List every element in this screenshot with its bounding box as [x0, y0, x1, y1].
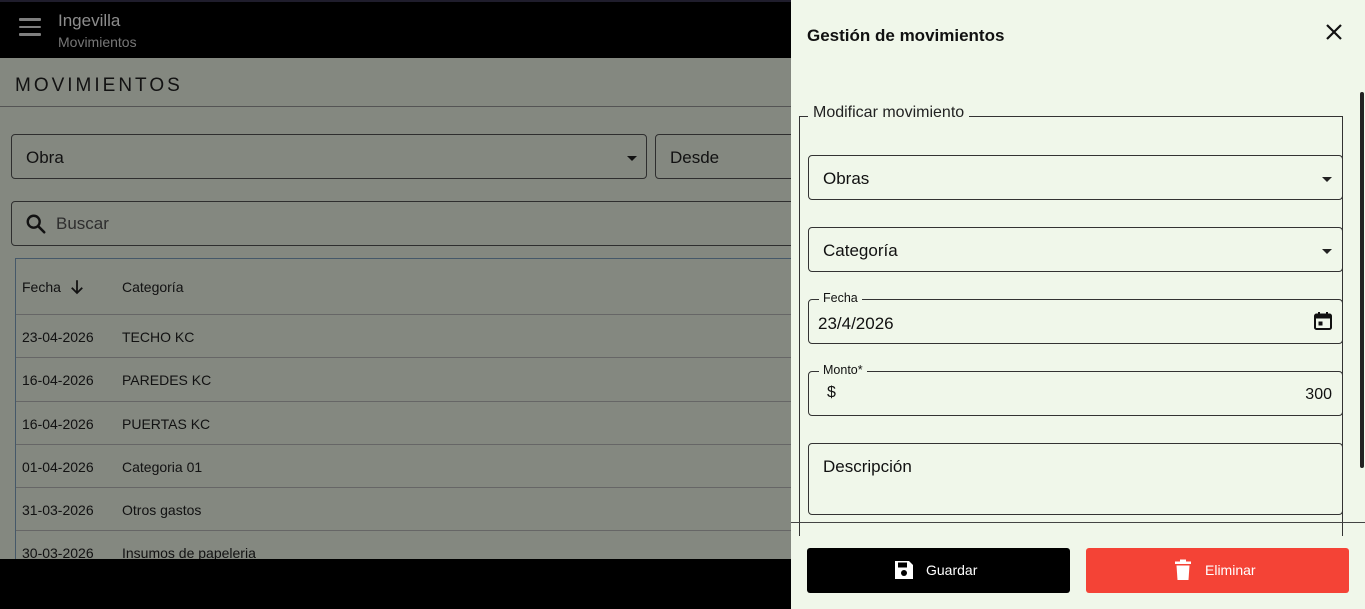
obras-select[interactable]: Obras [808, 155, 1343, 200]
categoria-select-value: Categoría [823, 241, 898, 260]
monto-field-value: 300 [1305, 386, 1332, 403]
monto-field[interactable]: Monto* $ 300 [808, 363, 1343, 416]
chevron-down-icon [1322, 249, 1332, 254]
save-button-label: Guardar [926, 562, 978, 578]
modal-backdrop[interactable] [0, 0, 791, 609]
footer-divider [791, 522, 1365, 523]
calendar-icon[interactable] [1313, 311, 1333, 331]
close-icon[interactable] [1324, 22, 1344, 42]
app-root: Ingevilla Movimientos MOVIMIENTOS Obra D… [0, 0, 1365, 609]
chevron-down-icon [1322, 177, 1332, 182]
monto-field-label: Monto* [819, 363, 867, 377]
descripcion-placeholder: Descripción [823, 457, 912, 476]
bottom-bar [0, 559, 791, 609]
trash-icon [1175, 559, 1191, 580]
save-icon [895, 561, 913, 579]
categoria-select[interactable]: Categoría [808, 227, 1343, 272]
delete-button[interactable]: Eliminar [1086, 548, 1349, 593]
currency-symbol: $ [827, 384, 836, 401]
drawer-title: Gestión de movimientos [807, 26, 1005, 45]
save-button[interactable]: Guardar [807, 548, 1070, 593]
fecha-field-label: Fecha [819, 291, 862, 305]
delete-button-label: Eliminar [1205, 562, 1256, 578]
drawer-scrollbar[interactable] [1360, 92, 1364, 468]
descripcion-textarea[interactable]: Descripción [808, 443, 1343, 515]
fieldset-legend: Modificar movimiento [808, 104, 970, 122]
fecha-date-field[interactable]: Fecha 23/4/2026 [808, 291, 1343, 344]
fecha-field-value: 23/4/2026 [818, 314, 894, 333]
obras-select-value: Obras [823, 169, 870, 188]
movement-drawer: Gestión de movimientos Modificar movimie… [791, 0, 1365, 609]
